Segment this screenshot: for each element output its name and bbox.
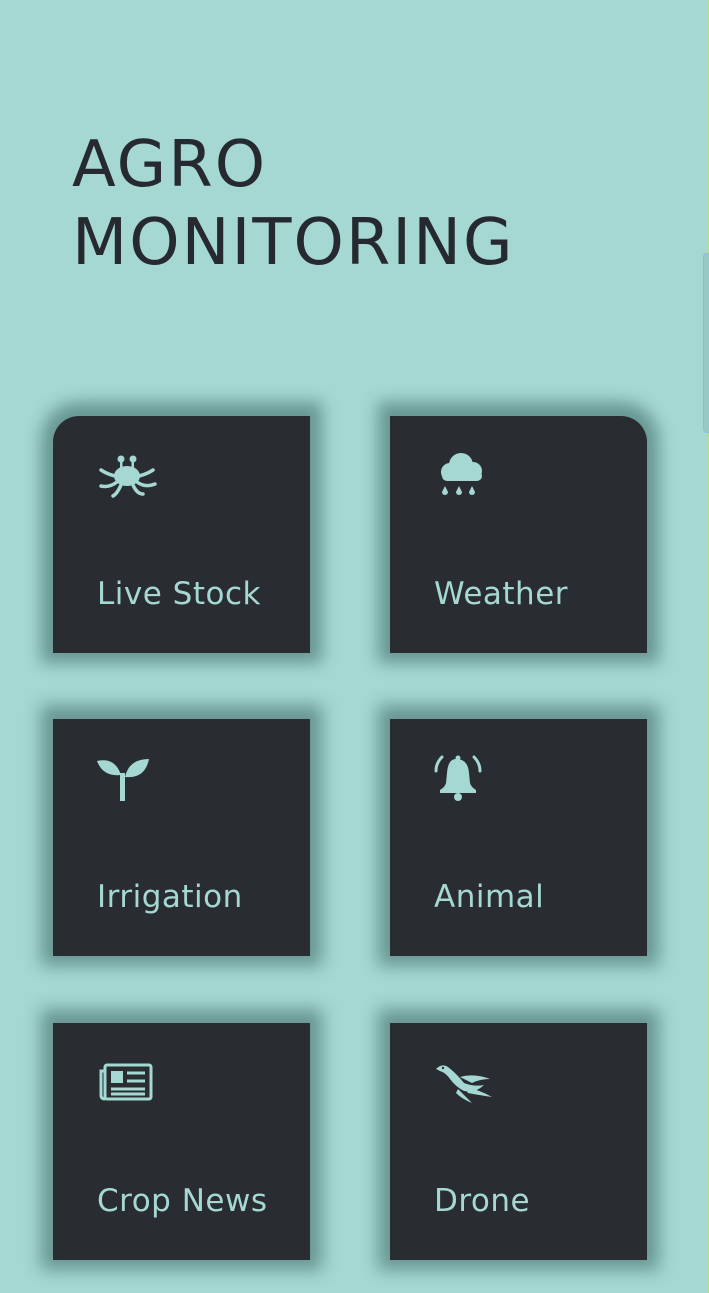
drone-label: Drone (434, 1183, 531, 1219)
animal-tile[interactable]: Animal (390, 719, 647, 956)
app-title-line2: MONITORING (72, 206, 515, 280)
weather-label: Weather (434, 576, 569, 612)
bell-alert-icon (434, 753, 498, 809)
rain-cloud-icon (434, 450, 498, 506)
app-title: AGRO MONITORING (72, 126, 515, 282)
drone-tile[interactable]: Drone (390, 1023, 647, 1260)
app-title-line1: AGRO (72, 128, 268, 202)
octopus-icon (97, 450, 161, 506)
irrigation-label: Irrigation (97, 879, 243, 915)
bird-icon (434, 1057, 498, 1113)
crop-news-tile[interactable]: Crop News (53, 1023, 310, 1260)
seedling-icon (97, 753, 161, 809)
weather-tile[interactable]: Weather (390, 416, 647, 653)
live-stock-tile[interactable]: Live Stock (53, 416, 310, 653)
scrollbar[interactable] (703, 253, 709, 433)
irrigation-tile[interactable]: Irrigation (53, 719, 310, 956)
crop-news-label: Crop News (97, 1183, 268, 1219)
live-stock-label: Live Stock (97, 576, 261, 612)
newspaper-icon (97, 1057, 161, 1113)
animal-label: Animal (434, 879, 545, 915)
